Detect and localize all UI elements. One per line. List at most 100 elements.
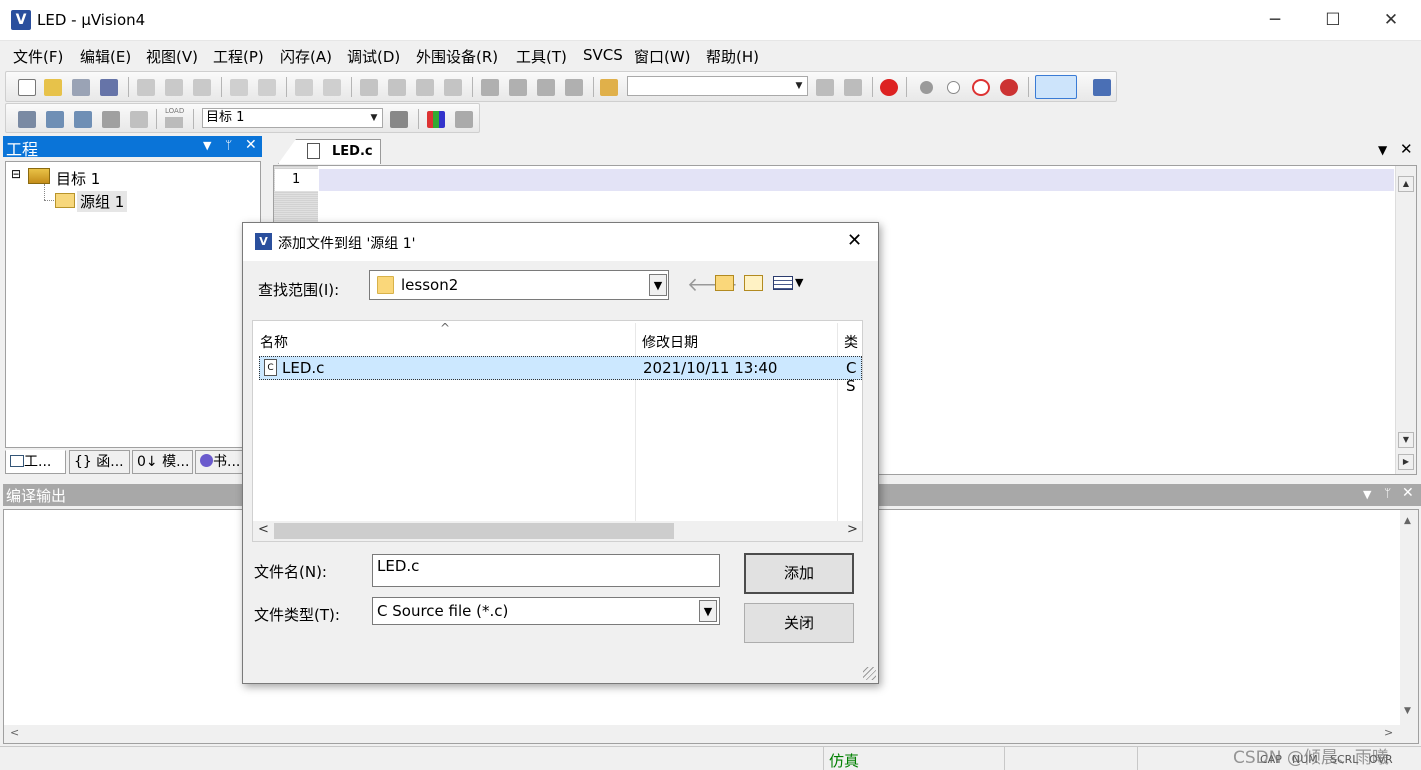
new-file-icon[interactable] [18, 79, 36, 96]
scroll-up-icon[interactable]: ▲ [1404, 516, 1411, 526]
column-header-type[interactable]: 类 [844, 332, 858, 352]
tab-books[interactable]: 书... [195, 450, 244, 474]
output-horizontal-scrollbar[interactable]: < > [4, 725, 1418, 743]
dialog-close-icon[interactable]: ✕ [847, 230, 862, 251]
menu-file[interactable]: 文件(F) [13, 46, 63, 67]
bookmark-prev-icon[interactable] [388, 79, 406, 96]
debug-session-icon[interactable] [880, 79, 898, 96]
manage-components-icon[interactable] [427, 111, 445, 128]
scroll-right-icon[interactable]: > [847, 522, 858, 537]
menu-tools[interactable]: 工具(T) [516, 46, 567, 67]
save-all-icon[interactable] [100, 79, 118, 96]
menu-edit[interactable]: 编辑(E) [80, 46, 131, 67]
nav-back-icon[interactable] [295, 79, 313, 96]
column-header-name[interactable]: 名称 [260, 332, 288, 352]
translate-icon[interactable] [18, 111, 36, 128]
chevron-down-icon[interactable]: ▼ [649, 274, 667, 296]
menu-flash[interactable]: 闪存(A) [280, 46, 332, 67]
add-button[interactable]: 添加 [744, 553, 854, 594]
uncomment-icon[interactable] [565, 79, 583, 96]
indent-icon[interactable] [481, 79, 499, 96]
breakpoint-enable-icon[interactable] [947, 81, 960, 94]
find-icon[interactable] [816, 79, 834, 96]
table-row[interactable]: C LED.c 2021/10/11 13:40 C S [259, 356, 862, 395]
output-vertical-scrollbar[interactable]: ▲ ▼ [1400, 510, 1418, 725]
unindent-icon[interactable] [509, 79, 527, 96]
stop-build-icon[interactable] [130, 111, 148, 128]
download-icon[interactable]: LOAD [165, 107, 184, 128]
bookmark-clear-icon[interactable] [444, 79, 462, 96]
chevron-down-icon[interactable]: ▼ [699, 600, 717, 622]
menu-svcs[interactable]: SVCS [583, 46, 623, 64]
build-icon[interactable] [46, 111, 64, 128]
tab-functions[interactable]: {} 函... [69, 450, 130, 474]
column-header-date[interactable]: 修改日期 [642, 332, 698, 352]
file-extensions-icon[interactable] [455, 111, 473, 128]
new-folder-icon[interactable] [744, 275, 763, 291]
menu-help[interactable]: 帮助(H) [706, 46, 759, 67]
menu-view[interactable]: 视图(V) [146, 46, 198, 67]
scroll-up-icon[interactable]: ▲ [1398, 176, 1414, 192]
panel-menu-icon[interactable]: ▼ [1363, 488, 1371, 501]
menu-project[interactable]: 工程(P) [213, 46, 264, 67]
cut-icon[interactable] [137, 79, 155, 96]
tab-led-c[interactable]: LED.c [278, 139, 381, 164]
up-folder-icon[interactable] [715, 275, 734, 291]
breakpoint-insert-icon[interactable] [920, 81, 933, 94]
menu-window[interactable]: 窗口(W) [634, 46, 691, 67]
filename-input[interactable] [372, 554, 720, 587]
save-icon[interactable] [72, 79, 90, 96]
nav-forward-icon[interactable] [323, 79, 341, 96]
configure-icon[interactable] [1093, 79, 1111, 96]
file-list-scrollbar[interactable]: < > [253, 521, 862, 541]
scroll-right-icon[interactable]: > [1384, 726, 1393, 739]
bookmark-toggle-icon[interactable] [360, 79, 378, 96]
bookmark-next-icon[interactable] [416, 79, 434, 96]
redo-icon[interactable] [258, 79, 276, 96]
copy-icon[interactable] [165, 79, 183, 96]
editor-menu-icon[interactable]: ▼ [1378, 143, 1387, 157]
find-combo[interactable]: ▼ [627, 76, 808, 96]
chevron-down-icon[interactable]: ▼ [366, 109, 382, 127]
pin-icon[interactable]: ᛘ [1384, 486, 1391, 500]
filetype-select[interactable]: C Source file (*.c) ▼ [372, 597, 720, 625]
scroll-down-icon[interactable]: ▼ [1404, 706, 1411, 716]
open-folder-icon[interactable] [44, 79, 62, 96]
breakpoint-kill-all-icon[interactable] [1000, 79, 1018, 96]
tree-item-target[interactable]: 目标 1 [56, 168, 100, 189]
scroll-left-icon[interactable]: < [258, 522, 269, 537]
tab-project[interactable]: 工... [5, 450, 66, 474]
close-button[interactable]: 关闭 [744, 603, 854, 643]
panel-menu-icon[interactable]: ▼ [203, 139, 211, 152]
editor-vertical-scrollbar[interactable]: ▲ ▼ ▶ [1395, 166, 1416, 474]
menu-peripherals[interactable]: 外围设备(R) [416, 46, 498, 67]
tree-item-group[interactable]: 源组 1 [77, 191, 128, 212]
view-menu-icon[interactable] [773, 276, 793, 290]
resize-grip-icon[interactable] [863, 667, 876, 680]
scroll-right-icon[interactable]: ▶ [1398, 454, 1414, 470]
scroll-thumb[interactable] [274, 523, 674, 539]
target-options-icon[interactable] [390, 111, 408, 128]
window-layout-icon[interactable] [1035, 75, 1077, 99]
paste-icon[interactable] [193, 79, 211, 96]
rebuild-icon[interactable] [74, 111, 92, 128]
maximize-button[interactable]: ☐ [1304, 0, 1362, 41]
pin-icon[interactable]: ᛘ [225, 138, 232, 152]
close-icon[interactable]: ✕ [245, 137, 257, 153]
incremental-find-icon[interactable] [844, 79, 862, 96]
target-select[interactable]: 目标 1 ▼ [202, 108, 383, 128]
chevron-down-icon[interactable]: ▼ [795, 276, 803, 289]
batch-build-icon[interactable] [102, 111, 120, 128]
undo-icon[interactable] [230, 79, 248, 96]
close-icon[interactable]: ✕ [1400, 140, 1413, 158]
close-icon[interactable]: ✕ [1402, 485, 1414, 501]
tab-templates[interactable]: 0↓ 模... [132, 450, 193, 474]
find-in-files-icon[interactable] [600, 79, 618, 96]
menu-debug[interactable]: 调试(D) [347, 46, 400, 67]
breakpoint-disable-all-icon[interactable] [972, 79, 990, 96]
minimize-button[interactable]: ─ [1246, 0, 1304, 41]
close-window-button[interactable]: ✕ [1362, 0, 1420, 41]
scroll-left-icon[interactable]: < [10, 726, 19, 739]
lookin-select[interactable]: lesson2 ▼ [369, 270, 669, 300]
chevron-down-icon[interactable]: ▼ [791, 77, 807, 95]
